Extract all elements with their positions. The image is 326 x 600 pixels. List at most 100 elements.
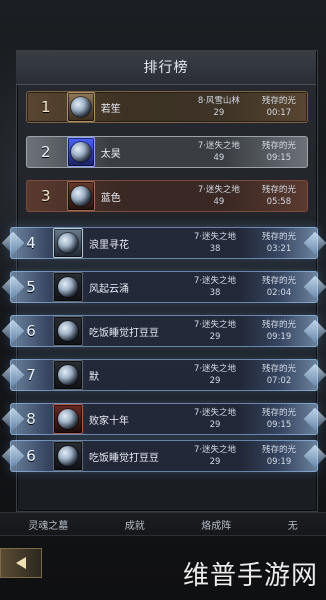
leaderboard-row-7[interactable]: 7 默 7·迷失之地 29 残存的光 07:02 [1,359,326,391]
avatar-face-icon [58,409,78,429]
bottom-tabs: 灵魂之墓 成就 烙成阵 无 [0,512,326,536]
player-name: 太昊 [100,148,121,160]
back-button[interactable] [0,548,42,578]
player-avatar [66,137,95,167]
player-name: 若笙 [100,103,121,115]
map-and-level: 8·风雪山林 29 [187,96,251,119]
player-avatar [53,404,83,434]
tab-soul-tomb[interactable]: 灵魂之墓 [22,517,74,532]
score-time: 00:17 [266,107,292,118]
avatar-face-icon [58,321,78,341]
avatar-face-icon [70,186,91,206]
map-name: 7·迷失之地 [197,184,240,195]
level: 38 [209,243,221,254]
player-name: 浪里寻花 [89,239,129,251]
leaderboard-row-1[interactable]: 1 若笙 8·风雪山林 29 残存的光 00:17 [26,91,308,123]
score-time: 03:21 [266,243,292,254]
map-and-level: 7·迷失之地 29 [181,408,249,431]
score-time: 05:58 [266,196,292,207]
score-time: 07:02 [266,375,292,386]
map-and-level: 7·迷失之地 49 [187,185,251,208]
score-label: 残存的光 [261,184,296,195]
level: 49 [213,152,225,163]
level: 29 [209,419,221,430]
score-time: 09:19 [266,456,292,467]
player-avatar [66,92,95,122]
score-time: 09:15 [266,419,292,430]
score-block: 残存的光 03:21 [249,232,309,255]
tab-achievements[interactable]: 成就 [119,517,151,532]
score-label: 残存的光 [261,275,296,286]
player-name: 默 [89,371,99,383]
level: 38 [209,287,221,298]
avatar-face-icon [70,142,91,162]
score-label: 残存的光 [261,140,296,151]
map-name: 7·迷失之地 [193,319,237,330]
player-name: 吃饭睡觉打豆豆 [89,327,159,339]
score-time: 09:19 [266,331,292,342]
leaderboard-row-5[interactable]: 5 风起云涌 7·迷失之地 38 残存的光 02:04 [1,271,326,303]
arrow-left-icon [16,557,26,569]
map-name: 7·迷失之地 [193,275,237,286]
rank-number: 1 [40,98,51,116]
tab-more[interactable]: 无 [282,517,304,532]
map-and-level: 7·迷失之地 29 [181,364,249,387]
leaderboard-row-4[interactable]: 4 浪里寻花 7·迷失之地 38 残存的光 03:21 [1,227,326,259]
rank-number: 3 [40,187,51,205]
avatar-face-icon [58,365,78,385]
player-avatar [53,228,83,258]
map-name: 7·迷失之地 [193,407,237,418]
map-name: 7·迷失之地 [197,140,240,151]
score-label: 残存的光 [261,407,296,418]
level: 49 [213,196,225,207]
leaderboard-row-6[interactable]: 6 吃饭睡觉打豆豆 7·迷失之地 29 残存的光 09:19 [1,315,326,347]
score-block: 残存的光 09:19 [249,320,309,343]
leaderboard-rows: 1 若笙 8·风雪山林 29 残存的光 00:17 2 太昊 7·迷失之地 49… [0,0,326,600]
score-block: 残存的光 09:15 [249,408,309,431]
leaderboard-row-8[interactable]: 8 败家十年 7·迷失之地 29 残存的光 09:15 [1,403,326,435]
map-and-level: 7·迷失之地 38 [181,232,249,255]
map-and-level: 7·迷失之地 38 [181,276,249,299]
score-block: 残存的光 09:19 [249,445,309,468]
player-avatar [66,181,95,211]
avatar-face-icon [70,97,91,117]
leaderboard-row-3[interactable]: 3 蓝色 7·迷失之地 49 残存的光 05:58 [26,180,308,212]
score-label: 残存的光 [261,444,296,455]
map-name: 8·风雪山林 [197,95,240,106]
score-block: 残存的光 00:17 [251,96,307,119]
tab-formation[interactable]: 烙成阵 [195,517,237,532]
score-label: 残存的光 [261,95,296,106]
level: 29 [213,107,225,118]
score-label: 残存的光 [261,363,296,374]
watermark: 维普手游网 [182,561,318,591]
rank-number: 2 [40,143,51,161]
leaderboard-row-2[interactable]: 2 太昊 7·迷失之地 49 残存的光 09:15 [26,136,308,168]
player-avatar [53,360,83,390]
score-block: 残存的光 09:15 [251,141,307,164]
map-name: 7·迷失之地 [193,231,237,242]
level: 29 [209,331,221,342]
score-time: 02:04 [266,287,292,298]
score-label: 残存的光 [261,319,296,330]
map-and-level: 7·迷失之地 49 [187,141,251,164]
player-name: 败家十年 [89,415,129,427]
level: 29 [209,375,221,386]
player-avatar [53,272,83,302]
score-label: 残存的光 [261,231,296,242]
score-block: 残存的光 07:02 [249,364,309,387]
map-and-level: 7·迷失之地 29 [181,445,249,468]
leaderboard-row-9[interactable]: 6 吃饭睡觉打豆豆 7·迷失之地 29 残存的光 09:19 [1,440,326,472]
avatar-face-icon [58,277,78,297]
map-name: 7·迷失之地 [193,363,237,374]
player-avatar [53,441,83,471]
player-name: 蓝色 [100,192,121,204]
score-time: 09:15 [266,152,292,163]
avatar-face-icon [58,446,78,466]
player-avatar [53,316,83,346]
player-name: 风起云涌 [89,283,129,295]
avatar-face-icon [58,233,78,253]
level: 29 [209,456,221,467]
map-and-level: 7·迷失之地 29 [181,320,249,343]
score-block: 残存的光 05:58 [251,185,307,208]
score-block: 残存的光 02:04 [249,276,309,299]
